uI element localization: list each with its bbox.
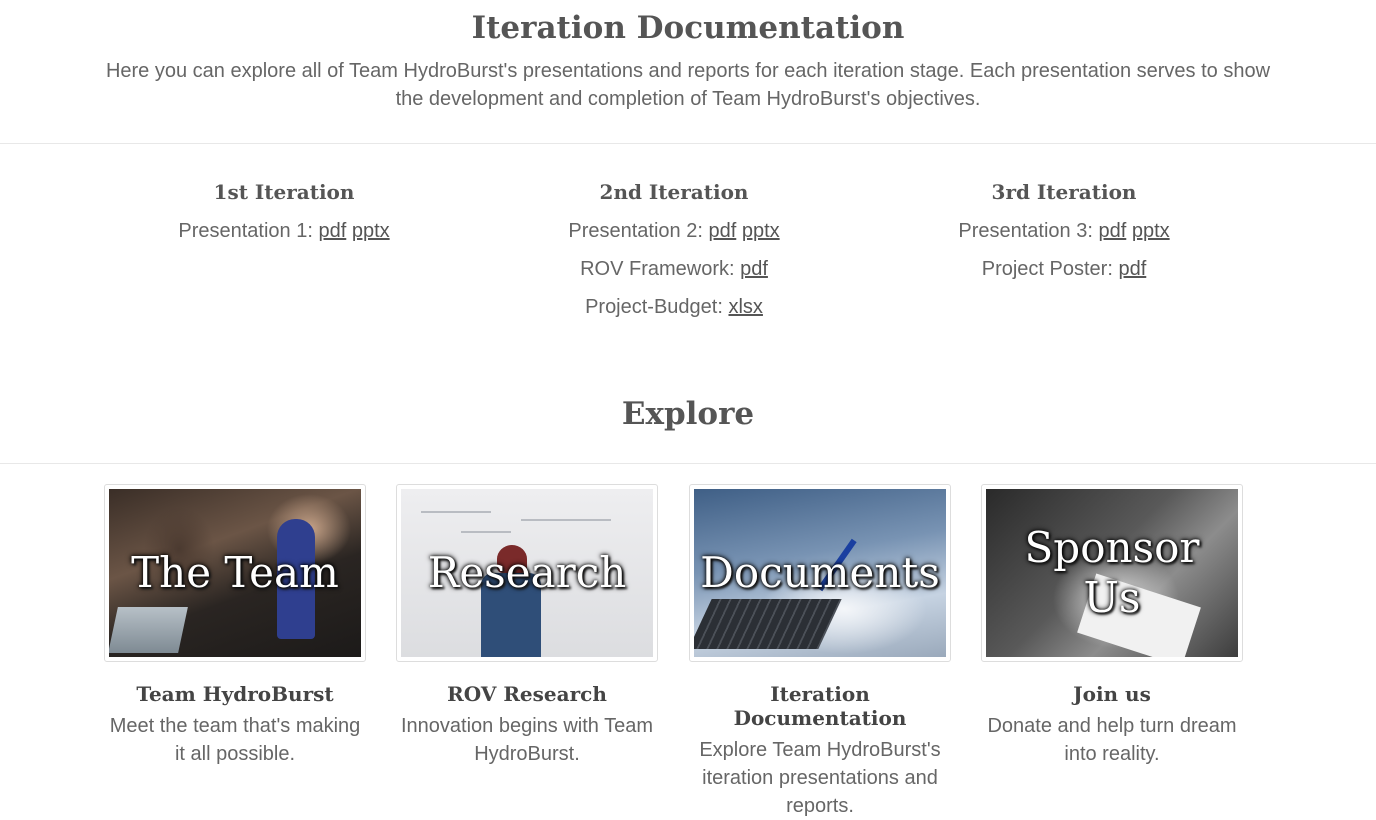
card-image-link[interactable]: Documents [689,484,951,662]
iteration-column-1: 1st Iteration Presentation 1: pdf pptx [89,180,479,250]
image-caption: Sponsor Us [1024,523,1200,622]
iteration-column-2: 2nd Iteration Presentation 2: pdf pptx R… [479,180,869,326]
keyboard-shape [694,599,842,649]
card-team: The Team Team HydroBurst Meet the team t… [104,484,366,768]
team-photo: The Team [109,489,361,657]
pdf-link[interactable]: pdf [318,220,346,242]
iteration-title: 2nd Iteration [599,180,749,204]
document-label: Presentation 3: [958,220,1099,242]
xlsx-link[interactable]: xlsx [728,296,762,318]
image-caption: The Team [131,548,339,597]
explore-title: Explore [621,396,755,432]
card-image-link[interactable]: Sponsor Us [981,484,1243,662]
page-intro: Here you can explore all of Team HydroBu… [105,60,1271,110]
sponsor-photo: Sponsor Us [986,489,1238,657]
image-caption: Research [427,548,627,597]
card-image-link[interactable]: The Team [104,484,366,662]
document-line: ROV Framework: pdf [479,250,869,288]
image-caption: Documents [700,548,940,597]
card-title[interactable]: Join us [981,682,1243,706]
whiteboard-scribble [421,511,491,513]
card-documents: Documents Iteration Documentation Explor… [689,484,951,820]
research-photo: Research [401,489,653,657]
card-title[interactable]: Team HydroBurst [104,682,366,706]
whiteboard-scribble [461,531,511,533]
whiteboard-scribble [521,519,611,521]
pdf-link[interactable]: pdf [708,220,736,242]
document-line: Presentation 3: pdf pptx [869,212,1259,250]
document-label: ROV Framework: [580,258,741,280]
iteration-title: 1st Iteration [213,180,355,204]
iteration-title: 3rd Iteration [991,180,1137,204]
document-label: Project Poster: [981,258,1119,280]
document-label: Project-Budget: [585,296,729,318]
divider [0,463,1376,464]
document-line: Presentation 1: pdf pptx [89,212,479,250]
card-image-link[interactable]: Research [396,484,658,662]
pdf-link[interactable]: pdf [1098,220,1126,242]
card-sponsor: Sponsor Us Join us Donate and help turn … [981,484,1243,768]
document-line: Project Poster: pdf [869,250,1259,288]
card-description: Explore Team HydroBurst's iteration pres… [699,739,941,817]
card-title[interactable]: Iteration Documentation [689,682,951,730]
card-description: Donate and help turn dream into reality. [987,715,1237,765]
pptx-link[interactable]: pptx [352,220,390,242]
pdf-link[interactable]: pdf [1118,258,1146,280]
card-title[interactable]: ROV Research [396,682,658,706]
card-description: Meet the team that's making it all possi… [109,715,361,765]
pptx-link[interactable]: pptx [742,220,780,242]
document-label: Presentation 1: [178,220,319,242]
pptx-link[interactable]: pptx [1132,220,1170,242]
divider [0,143,1376,144]
iteration-column-3: 3rd Iteration Presentation 3: pdf pptx P… [869,180,1259,288]
card-research: Research ROV Research Innovation begins … [396,484,658,768]
pdf-link[interactable]: pdf [740,258,768,280]
document-label: Presentation 2: [568,220,709,242]
laptop-shape [109,607,188,653]
documents-photo: Documents [694,489,946,657]
document-line: Project-Budget: xlsx [479,288,869,326]
card-description: Innovation begins with Team HydroBurst. [400,715,653,765]
document-line: Presentation 2: pdf pptx [479,212,869,250]
page-title: Iteration Documentation [471,10,905,46]
